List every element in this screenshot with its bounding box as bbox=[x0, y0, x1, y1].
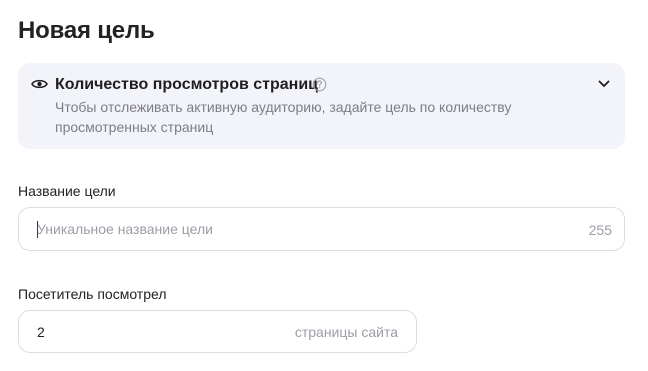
page-count-suffix: страницы сайта bbox=[294, 324, 398, 340]
chevron-down-icon[interactable] bbox=[598, 79, 610, 89]
question-circle-icon[interactable] bbox=[312, 77, 327, 92]
text-caret bbox=[37, 221, 38, 238]
visitor-viewed-label: Посетитель посмотрел bbox=[18, 286, 167, 302]
goal-name-input[interactable] bbox=[19, 208, 579, 250]
eye-icon bbox=[31, 79, 48, 89]
goal-name-field[interactable]: 255 bbox=[18, 207, 625, 251]
char-counter: 255 bbox=[588, 222, 612, 238]
goal-type-selector[interactable]: Количество просмотров страниц Чтобы отсл… bbox=[18, 63, 625, 149]
page-count-input[interactable] bbox=[19, 311, 259, 352]
goal-type-title: Количество просмотров страниц bbox=[55, 76, 318, 93]
page-title: Новая цель bbox=[18, 17, 155, 44]
goal-name-label: Название цели bbox=[18, 183, 116, 199]
page-count-field[interactable]: страницы сайта bbox=[18, 310, 417, 353]
goal-type-description: Чтобы отслеживать активную аудиторию, за… bbox=[55, 99, 512, 135]
